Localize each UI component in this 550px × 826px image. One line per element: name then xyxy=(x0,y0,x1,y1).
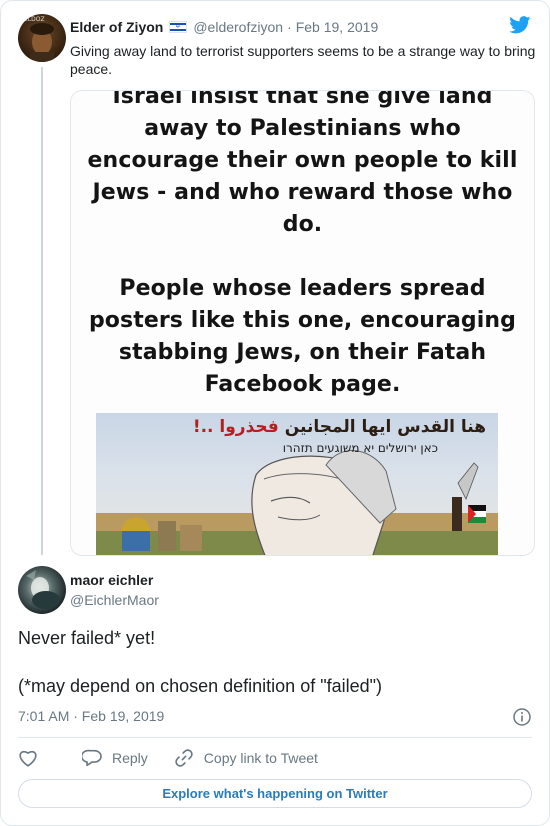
reply-icon xyxy=(82,749,102,767)
author-name[interactable]: maor eichler xyxy=(70,572,153,588)
tweet-timestamp[interactable]: 7:01 AM · Feb 19, 2019 xyxy=(18,708,164,724)
copy-link-button[interactable]: Copy link to Tweet xyxy=(174,748,318,768)
parent-tweet-header: Elder of Ziyon ✡ @elderofziyon · Feb 19,… xyxy=(70,18,378,36)
media-line: do. xyxy=(282,212,323,237)
media-line: encourage their own people to kill xyxy=(87,148,518,173)
israel-flag-icon: ✡ xyxy=(169,21,188,33)
reply-button[interactable]: Reply xyxy=(82,749,148,767)
media-image-text: Israel insist that she give land away to… xyxy=(71,90,534,401)
tweet-actions-bar: Reply Copy link to Tweet xyxy=(18,747,318,769)
poster-arabic-caption: هنا القدس ايها المجانين فحذروا ..! xyxy=(193,417,486,437)
parent-author-name[interactable]: Elder of Ziyon xyxy=(70,19,163,35)
link-icon xyxy=(175,749,193,767)
avatar-portrait xyxy=(30,23,54,62)
reply-label: Reply xyxy=(112,750,148,766)
media-line: posters like this one, encouraging xyxy=(88,308,517,333)
explore-twitter-button[interactable]: Explore what's happening on Twitter xyxy=(18,779,532,808)
parent-author-avatar[interactable]: ELDOZ xyxy=(18,14,66,62)
media-line: Jews - and who reward those who xyxy=(92,180,513,205)
header-separator: · xyxy=(287,19,292,35)
poster-hebrew-caption: כאן ירושלים יא משוגעים תזהרו xyxy=(282,441,438,455)
media-line: away to Palestinians who xyxy=(144,116,461,141)
parent-tweet-text: Giving away land to terrorist supporters… xyxy=(70,43,536,77)
tweet-text: Never failed* yet! (*may depend on chose… xyxy=(18,628,383,696)
like-button[interactable] xyxy=(18,749,48,767)
media-line: stabbing Jews, on their Fatah xyxy=(118,340,487,365)
embedded-tweet-card: ELDOZ Elder of Ziyon ✡ @elderofziyon · F… xyxy=(0,0,550,826)
twitter-bird-icon[interactable] xyxy=(509,16,531,34)
copy-link-label: Copy link to Tweet xyxy=(203,750,318,766)
actions-divider xyxy=(18,737,532,738)
parent-tweet-date[interactable]: Feb 19, 2019 xyxy=(296,19,379,35)
heart-icon xyxy=(19,750,37,767)
media-line: Israel insist that she give land xyxy=(112,90,493,109)
parent-tweet-media[interactable]: Israel insist that she give land away to… xyxy=(70,90,535,556)
author-avatar[interactable] xyxy=(18,566,66,614)
avatar-picture xyxy=(26,570,60,609)
thread-connector-line xyxy=(41,67,43,555)
media-line: Facebook page. xyxy=(204,372,401,397)
parent-author-handle[interactable]: @elderofziyon xyxy=(193,19,283,35)
poster-image: هنا القدس ايها المجانين فحذروا ..! כאן י… xyxy=(96,413,498,555)
info-icon[interactable] xyxy=(512,707,532,727)
poster-arabic-main: هنا القدس ايها المجانين xyxy=(278,417,486,437)
poster-arabic-highlight: فحذروا ..! xyxy=(192,417,279,437)
media-line: People whose leaders spread xyxy=(119,276,486,301)
author-handle[interactable]: @EichlerMaor xyxy=(70,592,159,608)
